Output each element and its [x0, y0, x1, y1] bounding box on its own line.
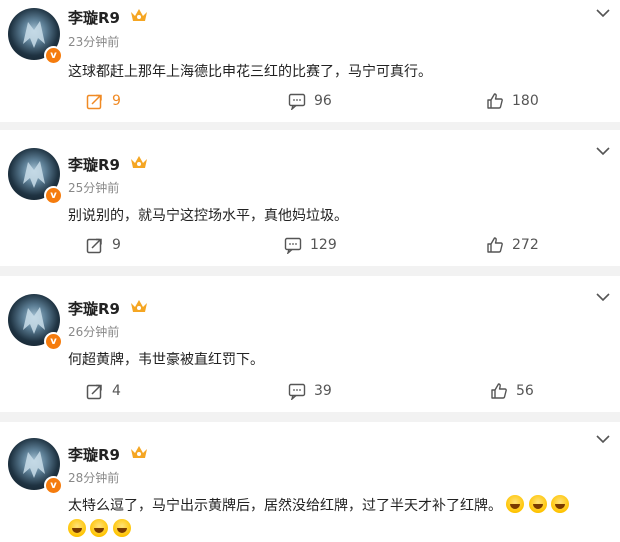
- repost-button[interactable]: 9: [86, 92, 121, 110]
- post-card: v 李璇R9 28分钟前 太特么逗了，马宁出示黄牌后，居然没给红牌，过了半天才补…: [0, 422, 620, 542]
- share-count: 9: [112, 93, 121, 109]
- repost-button[interactable]: 9: [86, 236, 121, 254]
- post-time: 26分钟前: [68, 325, 120, 339]
- username[interactable]: 李璇R9: [68, 444, 120, 465]
- post-text: 这球都赶上那年上海德比申花三红的比赛了，马宁可真行。: [68, 64, 432, 80]
- verified-badge-icon: v: [44, 46, 63, 65]
- post-text: 太特么逗了，马宁出示黄牌后，居然没给红牌，过了半天才补了红牌。: [68, 495, 570, 515]
- vip-crown-icon: [131, 446, 147, 458]
- comment-icon: [288, 383, 306, 400]
- comment-button[interactable]: 39: [288, 382, 332, 400]
- like-count: 272: [512, 237, 539, 253]
- post-text: 何超黄牌，韦世豪被直红罚下。: [68, 352, 264, 368]
- thumbs-up-icon: [491, 383, 507, 399]
- comment-count: 39: [314, 383, 332, 399]
- laugh-cry-emoji-icon: [551, 495, 570, 513]
- vip-crown-icon: [131, 156, 147, 168]
- username[interactable]: 李璇R9: [68, 7, 120, 28]
- post-text-emoji-line: [68, 519, 131, 538]
- verified-badge-icon: v: [44, 186, 63, 205]
- like-button[interactable]: 272: [486, 236, 539, 254]
- post-card: v 李璇R9 26分钟前 何超黄牌，韦世豪被直红罚下。 4 39 56: [0, 276, 620, 412]
- verified-badge-icon: v: [44, 476, 63, 495]
- repost-button[interactable]: 4: [86, 382, 121, 400]
- comment-button[interactable]: 96: [288, 92, 332, 110]
- post-text: 别说别的，就马宁这控场水平，真他妈垃圾。: [68, 208, 348, 224]
- laugh-cry-emoji-icon: [112, 519, 131, 537]
- post-time: 23分钟前: [68, 35, 120, 49]
- comment-icon: [284, 237, 302, 254]
- laugh-cry-emoji-icon: [506, 495, 525, 513]
- laugh-cry-emoji-icon: [68, 519, 86, 537]
- like-button[interactable]: 180: [486, 92, 539, 110]
- vip-crown-icon: [131, 9, 147, 21]
- thumbs-up-icon: [487, 237, 503, 253]
- chevron-down-icon[interactable]: [596, 146, 610, 156]
- chevron-down-icon[interactable]: [596, 8, 610, 18]
- like-count: 180: [512, 93, 539, 109]
- chevron-down-icon[interactable]: [596, 292, 610, 302]
- post-card: v 李璇R9 23分钟前 这球都赶上那年上海德比申花三红的比赛了，马宁可真行。 …: [0, 0, 620, 122]
- username[interactable]: 李璇R9: [68, 298, 120, 319]
- post-card: v 李璇R9 25分钟前 别说别的，就马宁这控场水平，真他妈垃圾。 9 129 …: [0, 130, 620, 266]
- comment-count: 129: [310, 237, 337, 253]
- like-button[interactable]: 56: [490, 382, 534, 400]
- laugh-cry-emoji-icon: [90, 519, 109, 537]
- verified-badge-icon: v: [44, 332, 63, 351]
- vip-crown-icon: [131, 300, 147, 312]
- thumbs-up-icon: [487, 93, 503, 109]
- laugh-cry-emoji-icon: [528, 495, 547, 513]
- share-count: 4: [112, 383, 121, 399]
- post-time: 28分钟前: [68, 471, 120, 485]
- share-icon: [86, 94, 102, 110]
- share-icon: [86, 384, 102, 400]
- post-time: 25分钟前: [68, 181, 120, 195]
- comment-icon: [288, 93, 306, 110]
- username[interactable]: 李璇R9: [68, 154, 120, 175]
- chevron-down-icon[interactable]: [596, 434, 610, 444]
- post-text-line: 太特么逗了，马宁出示黄牌后，居然没给红牌，过了半天才补了红牌。: [68, 498, 502, 514]
- share-count: 9: [112, 237, 121, 253]
- comment-button[interactable]: 129: [284, 236, 337, 254]
- weibo-comment-feed: v 李璇R9 23分钟前 这球都赶上那年上海德比申花三红的比赛了，马宁可真行。 …: [0, 0, 620, 542]
- share-icon: [86, 238, 102, 254]
- like-count: 56: [516, 383, 534, 399]
- comment-count: 96: [314, 93, 332, 109]
